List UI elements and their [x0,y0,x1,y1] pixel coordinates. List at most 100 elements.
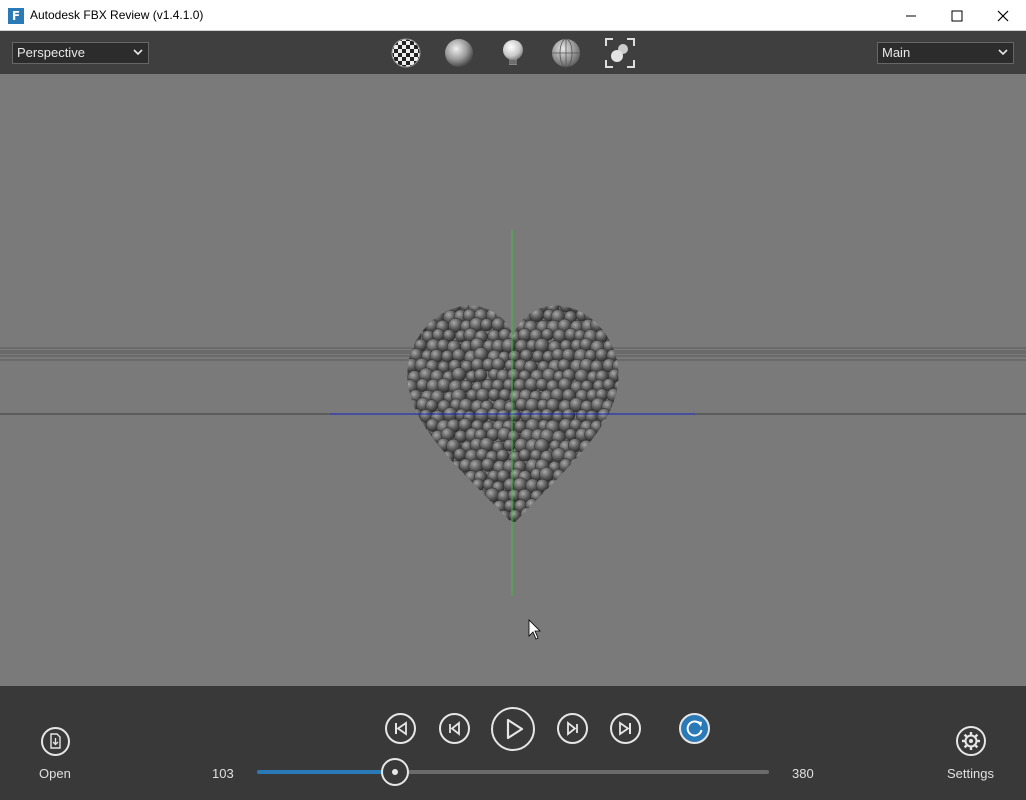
wireframe-sphere-icon[interactable] [550,37,582,69]
sphere-particle [451,367,467,382]
sphere-particle [591,305,605,312]
sphere-particle [392,318,406,332]
sphere-particle [617,327,619,343]
camera-select[interactable]: Perspective [12,42,149,64]
sphere-particle [591,498,606,513]
sphere-particle [407,440,408,454]
window-title: Autodesk FBX Review (v1.4.1.0) [30,8,204,22]
maximize-button[interactable] [934,0,980,31]
sphere-particle [409,510,424,524]
sphere-particle [607,307,619,322]
view-select[interactable]: Main [877,42,1014,64]
sphere-particle [473,368,488,382]
sphere-particle [407,305,418,313]
sphere-particle [415,497,431,513]
sphere-particle [607,407,619,423]
open-button[interactable] [41,727,70,756]
close-button[interactable] [980,0,1026,31]
sphere-particle [442,507,458,523]
sphere-particle [407,440,419,454]
gear-icon [962,732,980,750]
title-bar: F Autodesk FBX Review (v1.4.1.0) [0,0,1026,31]
sphere-particle [407,419,418,433]
sphere-particle [480,318,494,332]
sphere-particle [602,478,617,493]
sphere-particle [562,509,577,523]
sphere-particle [617,488,619,504]
sphere-particle [594,467,610,483]
sphere-particle [440,469,456,485]
checker-texture-icon[interactable] [390,37,422,69]
sphere-particle [426,499,441,513]
sphere-particle [437,305,452,312]
sphere-particle [435,457,451,473]
sphere-particle [418,490,433,505]
lighting-bulb-icon[interactable] [497,37,529,69]
sphere-particle [420,468,437,485]
sphere-particle [596,487,611,502]
next-frame-button[interactable] [557,713,588,744]
timeline-slider-track[interactable] [257,770,769,774]
sphere-particle [619,511,632,524]
open-label: Open [39,766,71,781]
sphere-particle [585,488,599,503]
sphere-particle [407,469,413,484]
sphere-particle [618,307,619,322]
shaded-sphere-icon[interactable] [443,37,475,69]
sphere-particle [431,488,447,504]
sphere-particle [465,507,480,523]
play-button[interactable] [491,707,535,751]
sphere-particle [448,499,462,513]
settings-button[interactable] [956,726,986,756]
start-frame-label: 103 [212,766,234,781]
3d-viewport[interactable] [0,74,1026,686]
sphere-particle [520,507,535,523]
sphere-particle [606,429,619,445]
sphere-particle [413,439,428,454]
loop-toggle-button[interactable] [679,713,710,744]
sphere-particle [612,498,619,512]
timeline-slider-fill [257,770,396,774]
sphere-particle [562,469,576,483]
step-back-icon [449,721,460,736]
sphere-particle [481,457,495,472]
previous-frame-button[interactable] [439,713,470,744]
sphere-particle [606,508,619,522]
sphere-particle [407,377,409,392]
sphere-particle [612,337,619,352]
sphere-particle [419,310,433,324]
sphere-particle [608,467,619,483]
play-icon [506,718,524,740]
sphere-particle [426,458,441,474]
app-logo-icon: F [8,8,24,24]
sphere-particle [490,305,506,313]
sphere-particle [426,477,441,492]
sphere-particle [410,469,425,484]
sphere-particle [569,499,585,515]
sphere-particle [409,309,423,323]
end-frame-label: 380 [792,766,814,781]
sphere-particle [407,499,419,515]
go-to-start-button[interactable] [385,713,416,744]
sphere-particle [530,508,544,522]
sphere-particle [583,468,599,483]
sphere-particle [458,498,473,513]
go-to-end-button[interactable] [610,713,641,744]
sphere-particle [407,419,409,435]
sphere-particle [614,305,619,313]
chevron-down-icon [998,49,1008,56]
sphere-particle [551,508,566,523]
sphere-particle [469,499,484,513]
sphere-particle [594,507,610,522]
sphere-particle [471,478,485,492]
minimize-button[interactable] [888,0,934,31]
sphere-particle [415,479,432,495]
sphere-particle [497,510,511,524]
sphere-particle [534,497,550,513]
sphere-particle [486,509,501,524]
sphere-particle [461,480,474,494]
sphere-particle [452,488,469,504]
frame-selection-icon[interactable] [604,37,636,69]
sphere-particle [413,305,428,315]
sphere-particle [440,489,455,503]
